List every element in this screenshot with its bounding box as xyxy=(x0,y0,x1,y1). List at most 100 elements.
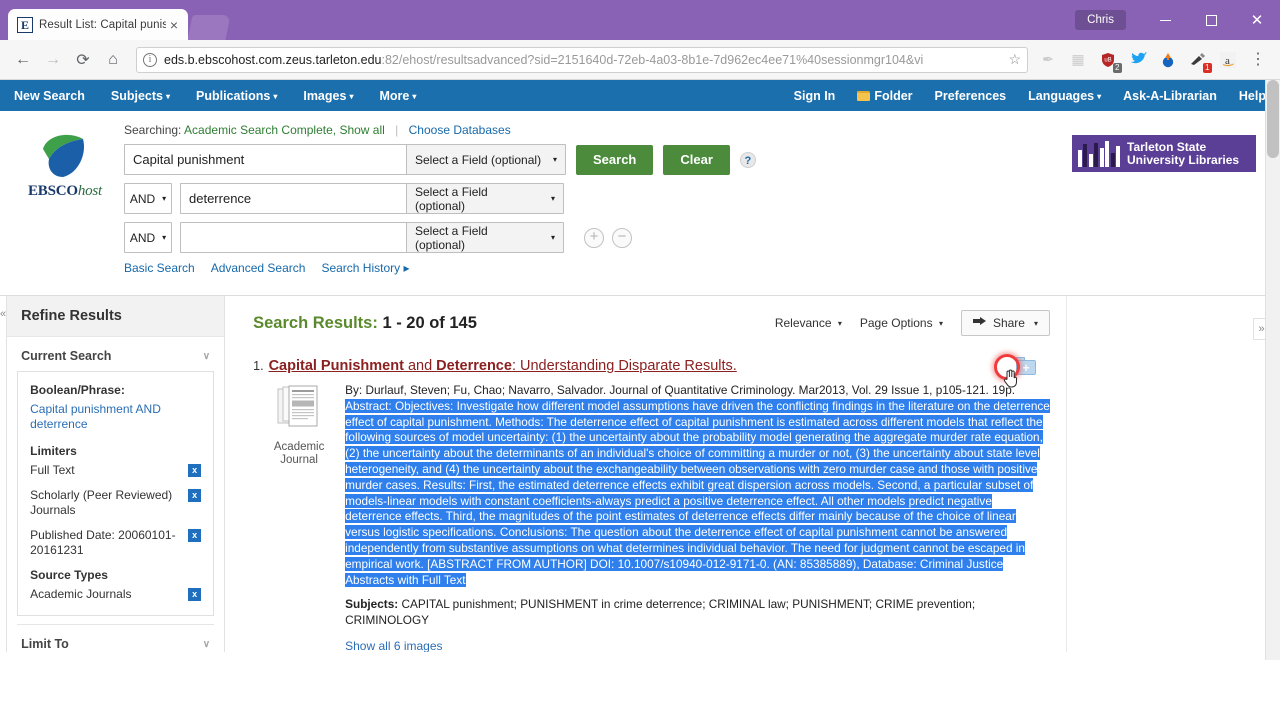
amazon-icon[interactable]: a xyxy=(1214,46,1242,74)
nav-images[interactable]: Images ▾ xyxy=(303,89,353,103)
show-all-images-link[interactable]: Show all 6 images xyxy=(345,639,1050,652)
tab-favicon-icon: E xyxy=(17,16,33,33)
choose-databases-link[interactable]: Choose Databases xyxy=(409,123,511,137)
nav-preferences[interactable]: Preferences xyxy=(935,89,1007,103)
boolean-select-2[interactable]: AND ▾ xyxy=(124,183,172,214)
ebsco-top-navigation: New Search Subjects ▾ Publications ▾ Image… xyxy=(0,80,1280,111)
nav-more[interactable]: More ▾ xyxy=(379,89,416,103)
collapse-sidebar-button[interactable]: « xyxy=(0,296,8,652)
pen-icon[interactable]: ✒ xyxy=(1034,46,1062,74)
ebsco-wordmark-italic: host xyxy=(77,183,103,199)
site-info-icon[interactable]: i xyxy=(143,52,157,67)
twitter-bird-icon[interactable] xyxy=(1124,46,1152,74)
home-icon[interactable]: ⌂ xyxy=(98,45,128,75)
grey-box-icon[interactable]: ▦ xyxy=(1064,46,1092,74)
scrollbar-thumb[interactable] xyxy=(1267,80,1279,158)
remove-source-type-icon[interactable]: x xyxy=(188,588,202,601)
advanced-search-link[interactable]: Advanced Search xyxy=(211,261,306,275)
library-name-line1: Tarleton State xyxy=(1127,139,1207,154)
minimize-button[interactable] xyxy=(1142,3,1188,37)
url-path: :82/ehost/resultsadvanced?sid=2151640d-7… xyxy=(381,52,924,67)
forward-icon: → xyxy=(45,50,61,68)
maximize-button[interactable] xyxy=(1188,3,1234,37)
database-link[interactable]: Academic Search Complete, Show all xyxy=(184,123,385,137)
address-bar-url: eds.b.ebscohost.com.zeus.tarleton.edu:82… xyxy=(164,53,1004,67)
remove-row-button[interactable]: − xyxy=(612,227,632,248)
results-toolbar: Relevance ▾ Page Options ▾ Share ▾ xyxy=(775,310,1050,336)
clear-button[interactable]: Clear xyxy=(663,144,730,175)
field-select-1[interactable]: Select a Field (optional) ▾ xyxy=(406,144,566,175)
limiter-row: Published Date: 20060101-20161231 x xyxy=(30,528,202,558)
ublock-badge: 2 xyxy=(1112,62,1122,73)
field-select-2[interactable]: Select a Field (optional) ▾ xyxy=(406,183,564,214)
search-input-1[interactable]: Capital punishment xyxy=(124,144,406,175)
field-select-3[interactable]: Select a Field (optional) ▾ xyxy=(406,222,564,253)
result-title-and: and xyxy=(403,358,437,374)
nav-sign-in[interactable]: Sign In xyxy=(794,89,836,103)
back-icon[interactable]: ← xyxy=(8,45,38,75)
chevron-down-icon: ▾ xyxy=(412,91,417,101)
download-helper-icon[interactable] xyxy=(1154,46,1182,74)
results-count-heading: Search Results: 1 - 20 of 145 xyxy=(253,314,477,333)
refine-results-header: Refine Results xyxy=(7,296,225,337)
current-search-section-header[interactable]: Current Search ∨ xyxy=(7,337,224,371)
highlighter-icon[interactable]: 1 xyxy=(1184,46,1212,74)
address-bar[interactable]: i eds.b.ebscohost.com.zeus.tarleton.edu:… xyxy=(136,46,1028,73)
nav-folder[interactable]: Folder xyxy=(857,89,913,103)
bookmark-star-icon[interactable]: ☆ xyxy=(1004,51,1021,68)
nav-publications[interactable]: Publications ▾ xyxy=(196,89,277,103)
boolean-select-2-label: AND xyxy=(129,191,156,206)
folder-icon xyxy=(857,90,871,101)
results-heading-range: 1 - 20 of 145 xyxy=(382,313,477,332)
remove-limiter-icon[interactable]: x xyxy=(188,489,202,502)
nav-subjects[interactable]: Subjects ▾ xyxy=(111,89,170,103)
search-input-2[interactable]: deterrence xyxy=(180,183,406,214)
limit-to-section-header[interactable]: Limit To ∨ xyxy=(7,625,224,659)
result-type-line2: Journal xyxy=(280,454,318,466)
close-window-button[interactable]: ✕ xyxy=(1234,3,1280,37)
add-row-button[interactable]: + xyxy=(584,227,604,248)
reload-icon[interactable]: ⟳ xyxy=(68,45,98,75)
result-title-part2: Deterrence xyxy=(436,358,512,374)
nav-languages[interactable]: Languages ▾ xyxy=(1028,89,1101,103)
remove-limiter-icon[interactable]: x xyxy=(188,529,202,542)
basic-search-link[interactable]: Basic Search xyxy=(124,261,195,275)
add-to-folder-button[interactable]: + xyxy=(994,354,1036,388)
nav-help[interactable]: Help xyxy=(1239,89,1266,103)
chevron-down-icon: ▾ xyxy=(273,91,278,101)
ebsco-application: New Search Subjects ▾ Publications ▾ Image… xyxy=(0,80,1280,660)
result-title-rest: : Understanding Disparate Results. xyxy=(511,358,737,374)
result-title-link[interactable]: Capital Punishment and Deterrence: Under… xyxy=(269,358,737,374)
right-rail: » xyxy=(1066,296,1280,652)
subjects-value: CAPITAL punishment; PUNISHMENT in crime … xyxy=(345,597,976,627)
limit-to-title: Limit To xyxy=(21,637,69,651)
page-scrollbar[interactable] xyxy=(1265,80,1280,660)
content-region: « Refine Results Current Search ∨ Boolea… xyxy=(0,296,1280,652)
sort-relevance-dropdown[interactable]: Relevance ▾ xyxy=(775,316,842,330)
page-options-dropdown[interactable]: Page Options ▾ xyxy=(860,316,943,330)
search-input-3[interactable] xyxy=(180,222,406,253)
ublock-shield-icon[interactable]: uB 2 xyxy=(1094,46,1122,74)
search-history-link[interactable]: Search History ▸ xyxy=(321,261,409,275)
tab-close-icon[interactable]: × xyxy=(166,18,182,32)
result-type-thumb: Academic Journal xyxy=(253,383,345,652)
chevron-down-icon: ∨ xyxy=(202,638,211,650)
boolean-select-3[interactable]: AND ▾ xyxy=(124,222,172,253)
share-button[interactable]: Share ▾ xyxy=(960,310,1050,336)
nav-new-search[interactable]: New Search xyxy=(14,89,85,103)
profile-chip[interactable]: Chris xyxy=(1075,10,1126,30)
nav-ask-a-librarian[interactable]: Ask-A-Librarian xyxy=(1123,89,1217,103)
tarleton-library-logo[interactable]: Tarleton State University Libraries xyxy=(1072,135,1256,172)
hand-cursor-icon xyxy=(1003,369,1017,388)
browser-toolbar: ← → ⟳ ⌂ i eds.b.ebscohost.com.zeus.tarle… xyxy=(0,40,1280,80)
limiter-label: Published Date: 20060101-20161231 xyxy=(30,528,176,557)
browser-menu-icon[interactable]: ⋮ xyxy=(1244,46,1272,74)
search-button[interactable]: Search xyxy=(576,144,654,175)
remove-limiter-icon[interactable]: x xyxy=(188,464,202,477)
svg-text:uB: uB xyxy=(1104,57,1111,63)
boolean-phrase-value[interactable]: Capital punishment AND deterrence xyxy=(30,402,201,432)
help-icon[interactable]: ? xyxy=(739,151,756,168)
new-tab-button[interactable] xyxy=(187,15,231,40)
chevron-down-icon: ▾ xyxy=(349,91,354,101)
browser-tab[interactable]: E Result List: Capital punish × xyxy=(8,9,188,40)
